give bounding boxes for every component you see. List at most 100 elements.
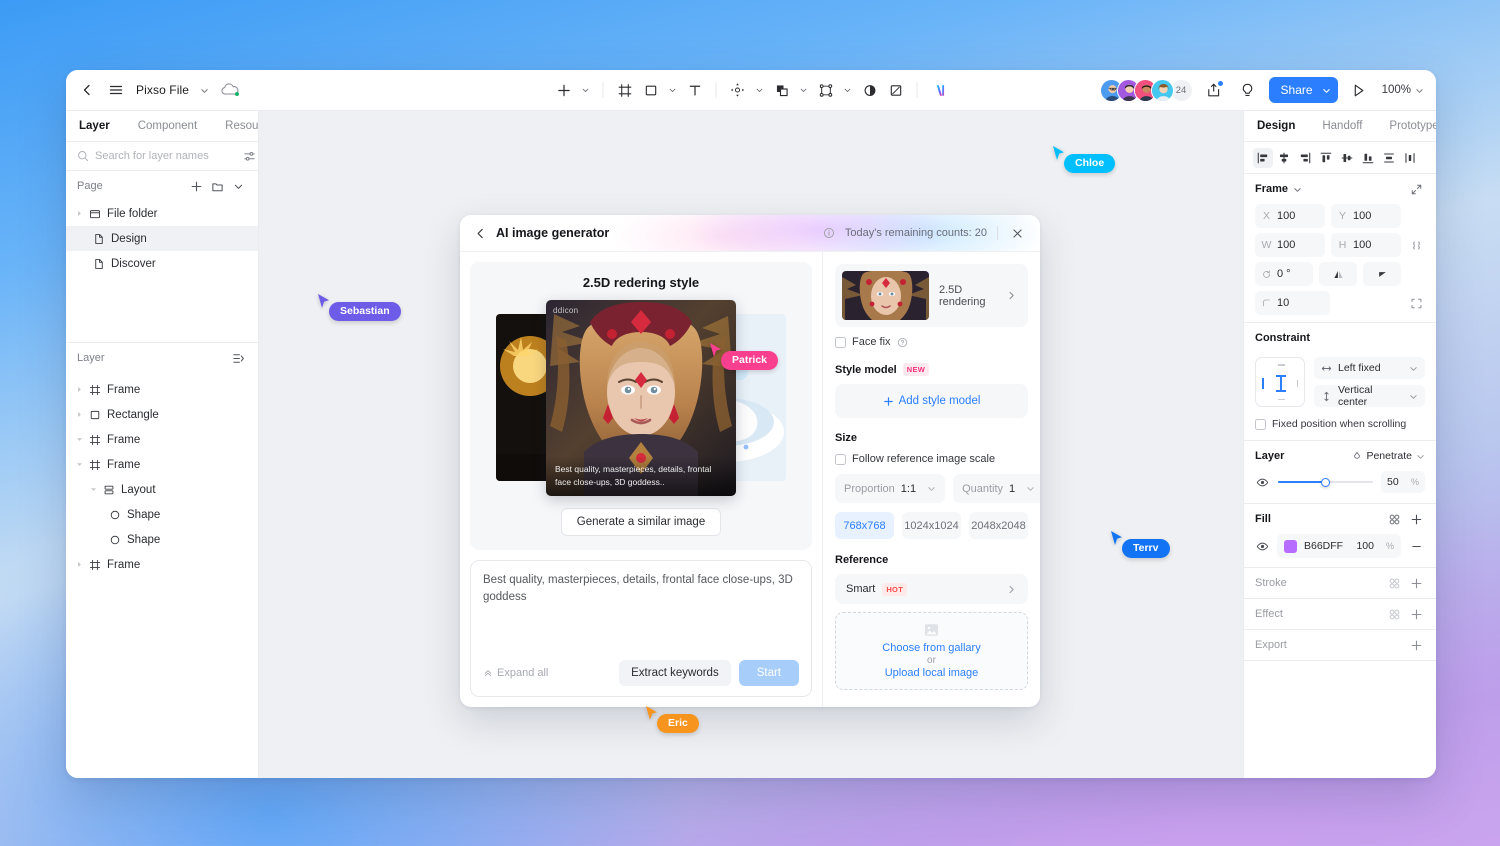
size-option-1024[interactable]: 1024x1024 xyxy=(902,512,961,539)
page-item-file-folder[interactable]: File folder xyxy=(66,201,258,226)
new-folder-icon[interactable] xyxy=(209,178,226,195)
close-icon[interactable] xyxy=(1008,224,1026,242)
constraint-left-bar[interactable] xyxy=(1262,378,1264,389)
align-top-icon[interactable] xyxy=(1316,148,1336,168)
add-dropdown-icon[interactable] xyxy=(578,77,594,103)
carousel-image-main[interactable]: ddicon Best quality, masterpieces, detai… xyxy=(546,300,736,496)
share-export-icon[interactable] xyxy=(1201,77,1227,103)
choose-from-gallery-link[interactable]: Choose from gallary xyxy=(882,642,980,654)
stroke-style-library-icon[interactable] xyxy=(1386,575,1403,592)
twisty-collapsed-icon[interactable] xyxy=(72,561,86,568)
corner-radius-field[interactable]: 10 xyxy=(1255,291,1330,315)
layer-row-shape-1[interactable]: Shape xyxy=(66,502,258,527)
style-preset-row[interactable]: 2.5D rendering xyxy=(835,264,1028,327)
independent-corners-icon[interactable] xyxy=(1407,297,1425,310)
lock-aspect-ratio-icon[interactable] xyxy=(1407,239,1425,252)
size-option-2048[interactable]: 2048x2048 xyxy=(969,512,1028,539)
constraint-center-bottom-cap[interactable] xyxy=(1276,390,1286,392)
tips-bulb-icon[interactable] xyxy=(1235,77,1261,103)
upload-local-image-link[interactable]: Upload local image xyxy=(885,667,979,679)
constraint-center-top-cap[interactable] xyxy=(1276,375,1286,377)
align-right-icon[interactable] xyxy=(1295,148,1315,168)
layer-row-frame-1[interactable]: Frame xyxy=(66,377,258,402)
flip-horizontal-icon[interactable] xyxy=(1319,262,1357,286)
pen-tool-icon[interactable] xyxy=(814,77,838,103)
chevron-down-icon[interactable] xyxy=(1293,185,1302,194)
constraint-horizontal-select[interactable]: Left fixed xyxy=(1314,357,1425,379)
rectangle-dropdown-icon[interactable] xyxy=(665,77,681,103)
smart-reference-row[interactable]: Smart HOT xyxy=(835,574,1028,604)
slider-knob[interactable] xyxy=(1321,477,1330,487)
constraint-bottom-bar[interactable] xyxy=(1278,398,1285,400)
present-play-icon[interactable] xyxy=(1346,77,1372,103)
distribute-horizontal-icon[interactable] xyxy=(1400,148,1420,168)
tab-design[interactable]: Design xyxy=(1257,120,1295,132)
tab-handoff[interactable]: Handoff xyxy=(1322,120,1362,132)
avatar[interactable] xyxy=(1150,78,1174,102)
layer-row-rectangle[interactable]: Rectangle xyxy=(66,402,258,427)
add-stroke-icon[interactable] xyxy=(1408,575,1425,592)
ai-tool-icon[interactable] xyxy=(927,77,951,103)
generate-similar-button[interactable]: Generate a similar image xyxy=(560,508,722,536)
align-center-horizontal-icon[interactable] xyxy=(1274,148,1294,168)
crop-tool-icon[interactable] xyxy=(884,77,908,103)
menu-icon[interactable] xyxy=(107,81,125,99)
chevron-right-icon[interactable] xyxy=(1006,290,1017,301)
twisty-collapsed-icon[interactable] xyxy=(72,386,86,393)
twisty-icon[interactable] xyxy=(72,210,86,217)
blend-mode-select[interactable]: Penetrate xyxy=(1352,450,1425,462)
opacity-slider[interactable] xyxy=(1278,475,1373,489)
chevron-right-icon[interactable] xyxy=(1006,584,1017,595)
twisty-collapsed-icon[interactable] xyxy=(72,411,86,418)
page-item-discover[interactable]: Discover xyxy=(66,251,258,276)
width-field[interactable]: W 100 xyxy=(1255,233,1325,257)
reference-upload-box[interactable]: Choose from gallary or Upload local imag… xyxy=(835,612,1028,690)
boolean-dropdown-icon[interactable] xyxy=(796,77,812,103)
rotation-field[interactable]: 0 ° xyxy=(1255,262,1313,286)
share-chevron-down-icon[interactable] xyxy=(1322,86,1331,95)
constraint-diagram[interactable] xyxy=(1255,357,1305,407)
chevron-down-icon[interactable] xyxy=(1026,484,1035,493)
info-icon[interactable] xyxy=(823,227,835,239)
layer-row-shape-2[interactable]: Shape xyxy=(66,527,258,552)
layer-collapse-all-icon[interactable] xyxy=(230,350,247,367)
constraint-right-bar[interactable] xyxy=(1296,380,1298,387)
page-collapse-icon[interactable] xyxy=(230,178,247,195)
contrast-tool-icon[interactable] xyxy=(858,77,882,103)
modal-back-icon[interactable] xyxy=(474,227,487,240)
align-left-icon[interactable] xyxy=(1253,147,1273,168)
tab-prototype[interactable]: Prototype xyxy=(1389,120,1436,132)
canvas-area[interactable]: AI image generator Today's remaining cou… xyxy=(259,111,1243,778)
zoom-level-control[interactable]: 100% xyxy=(1380,84,1424,96)
add-effect-icon[interactable] xyxy=(1408,606,1425,623)
follow-reference-checkbox[interactable] xyxy=(835,453,846,465)
extract-keywords-button[interactable]: Extract keywords xyxy=(619,660,731,686)
page-item-design[interactable]: Design xyxy=(66,226,258,251)
add-page-icon[interactable] xyxy=(188,178,205,195)
align-middle-icon[interactable] xyxy=(1337,148,1357,168)
align-bottom-icon[interactable] xyxy=(1358,148,1378,168)
constraint-center-v-bar[interactable] xyxy=(1280,376,1282,391)
fixed-position-checkbox[interactable] xyxy=(1255,418,1266,430)
remove-fill-icon[interactable] xyxy=(1408,538,1425,555)
cloud-sync-icon[interactable] xyxy=(220,82,240,98)
fill-style-library-icon[interactable] xyxy=(1386,511,1403,528)
constraint-top-bar[interactable] xyxy=(1278,364,1285,366)
chevron-down-icon[interactable] xyxy=(1416,452,1425,461)
resize-to-fit-icon[interactable] xyxy=(1408,181,1425,198)
tab-component[interactable]: Component xyxy=(138,120,197,132)
chevron-down-icon[interactable] xyxy=(1409,392,1418,401)
tab-layer[interactable]: Layer xyxy=(79,120,110,132)
chevron-down-icon[interactable] xyxy=(1409,364,1418,373)
layer-row-frame-2[interactable]: Frame xyxy=(66,427,258,452)
fill-color-swatch[interactable] xyxy=(1284,539,1297,553)
search-input[interactable] xyxy=(95,150,237,162)
twisty-expanded-icon[interactable] xyxy=(86,486,100,493)
fill-color-field[interactable]: B66DFF 100 % xyxy=(1277,534,1401,558)
layer-row-layout[interactable]: Layout xyxy=(66,477,258,502)
share-button[interactable]: Share xyxy=(1268,77,1338,103)
chevron-down-icon[interactable] xyxy=(200,86,209,95)
proportion-select[interactable]: Proportion 1:1 xyxy=(835,474,946,503)
twisty-expanded-icon[interactable] xyxy=(72,461,86,468)
zoom-chevron-down-icon[interactable] xyxy=(1415,86,1424,95)
